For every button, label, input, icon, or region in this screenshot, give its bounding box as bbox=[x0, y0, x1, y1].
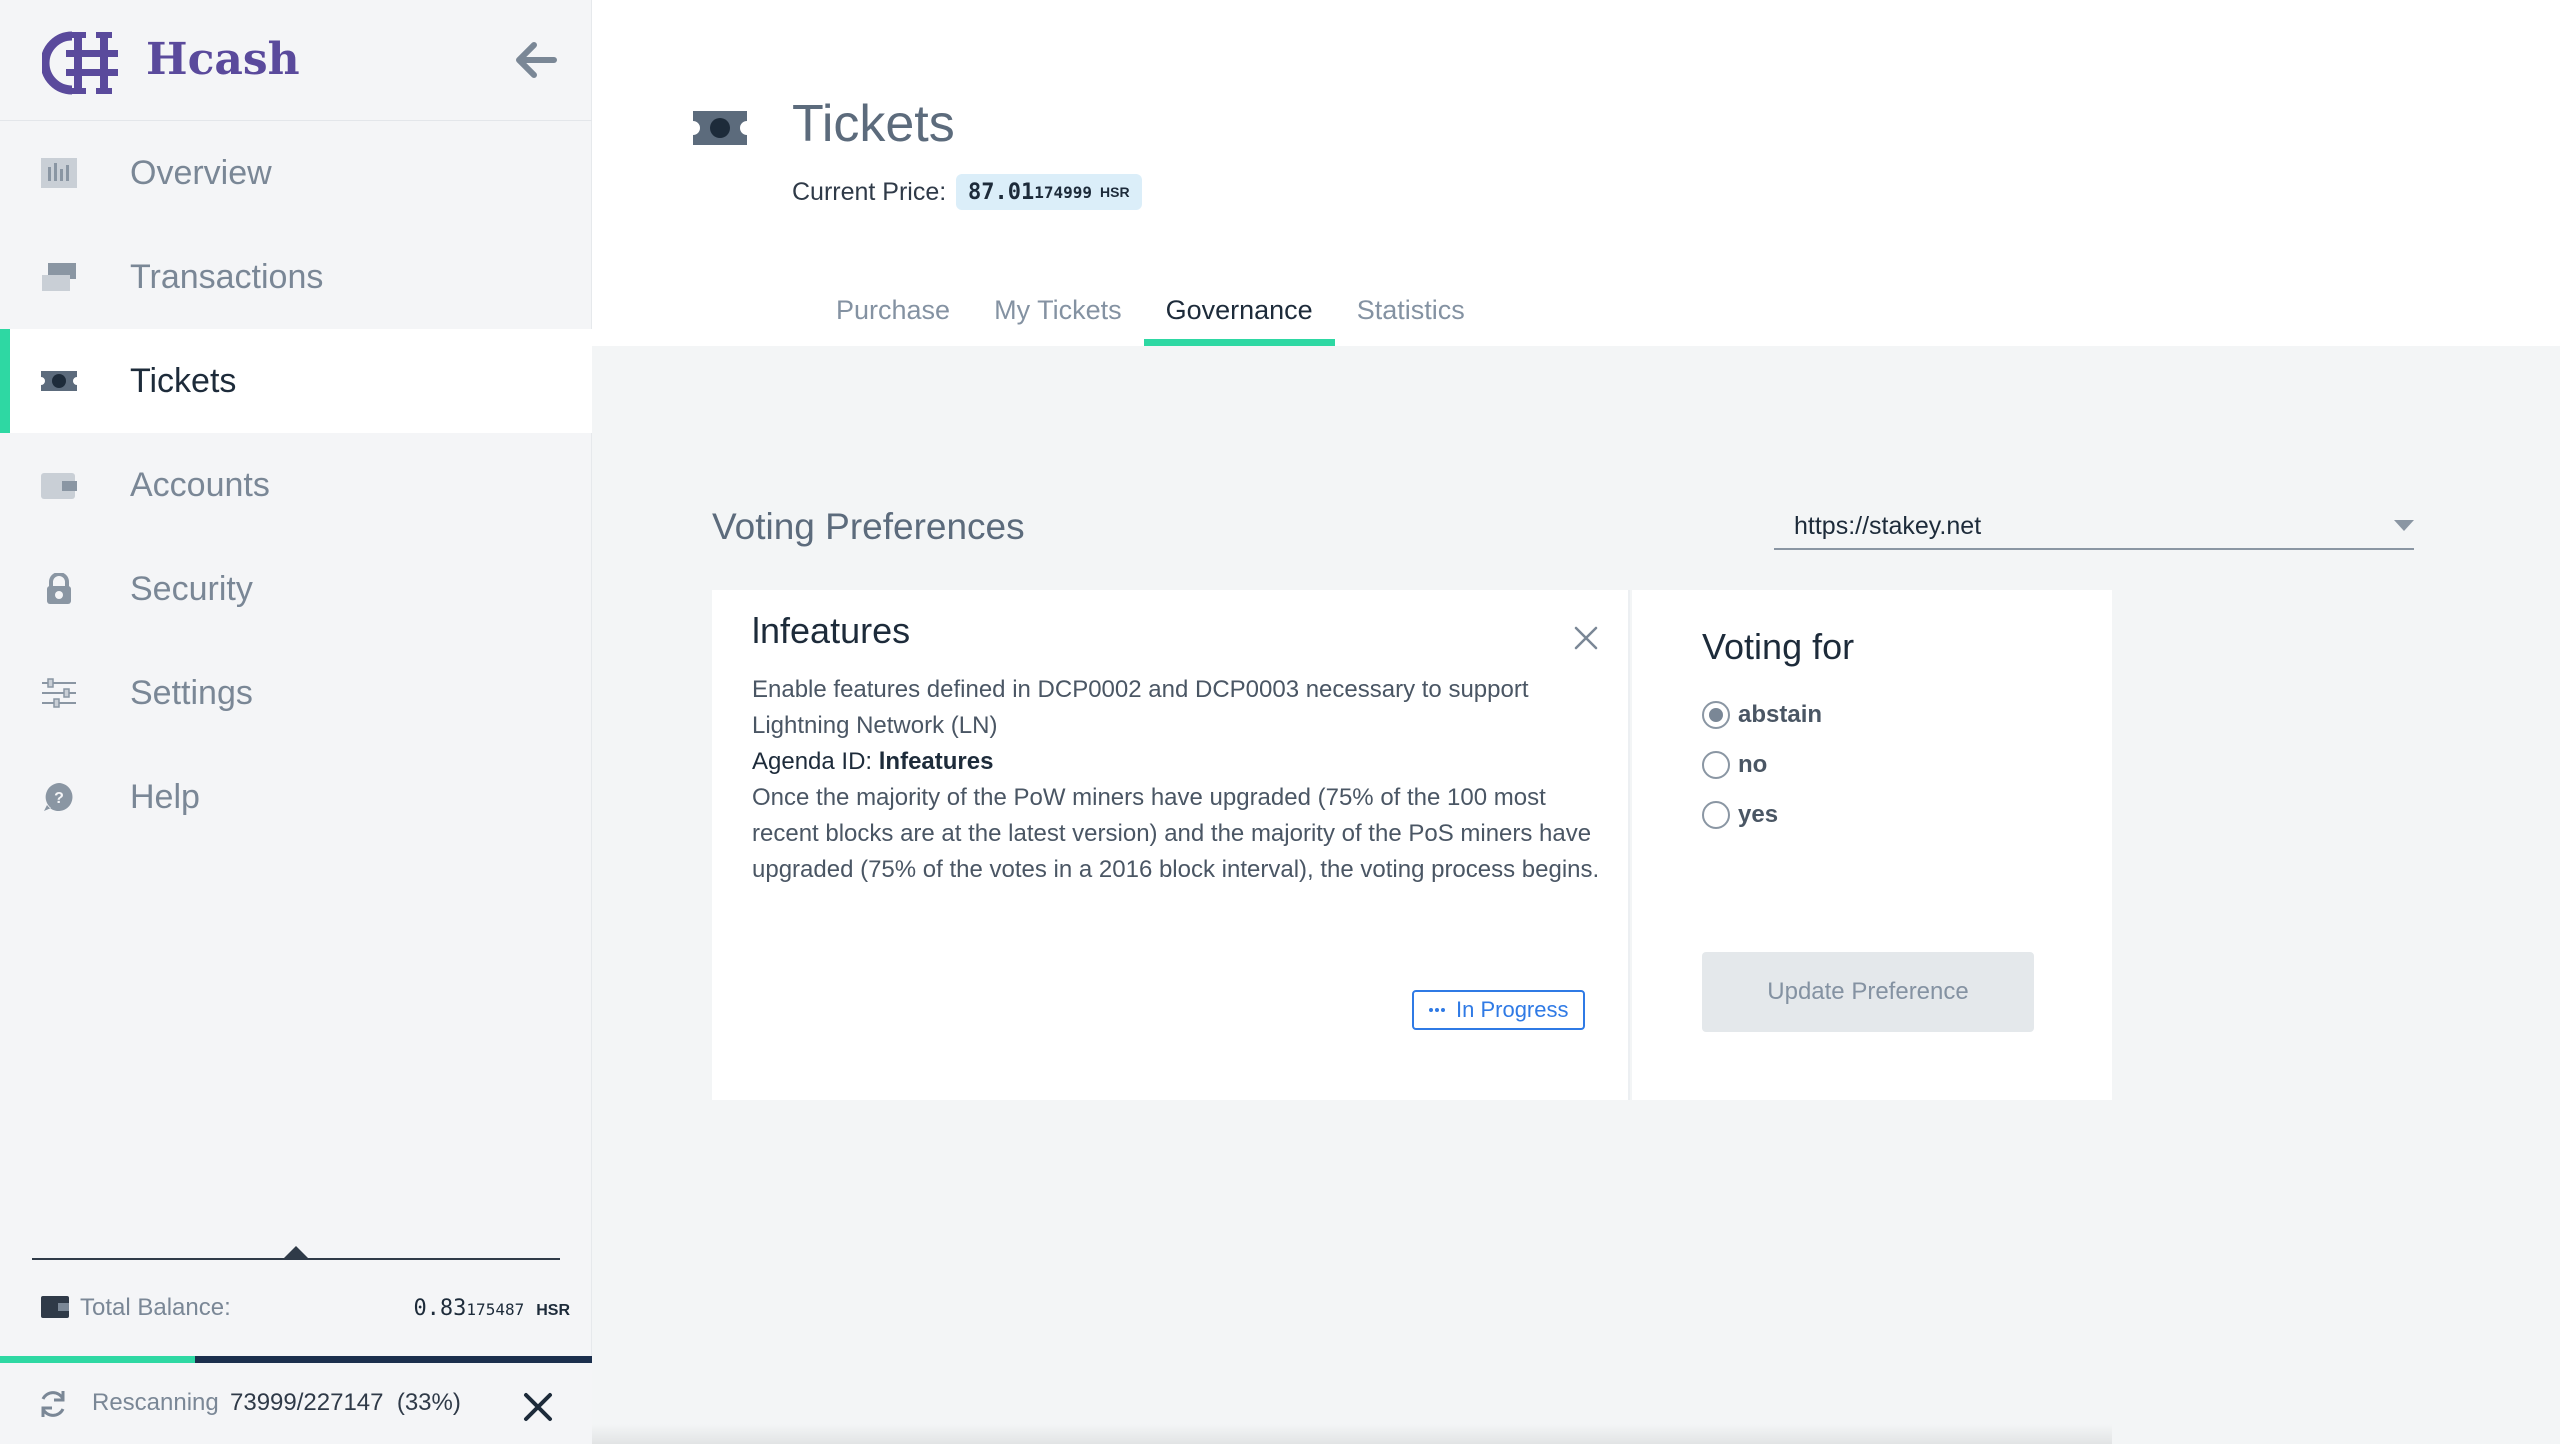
sidebar-item-label: Overview bbox=[130, 153, 272, 192]
sidebar-item-label: Help bbox=[130, 777, 200, 816]
status-badge: In Progress bbox=[1412, 990, 1585, 1030]
divider bbox=[32, 1258, 560, 1260]
transactions-icon bbox=[42, 263, 76, 291]
agenda-body: Enable features defined in DCP0002 and D… bbox=[752, 672, 1602, 888]
help-icon: ? bbox=[44, 783, 73, 811]
vsp-selected-value: https://stakey.net bbox=[1794, 512, 1982, 540]
update-preference-button[interactable]: Update Preference bbox=[1702, 952, 2034, 1032]
ticket-icon bbox=[41, 371, 77, 391]
vote-option-yes[interactable]: yes bbox=[1702, 790, 1822, 840]
agenda-id-row: Agenda ID: lnfeatures bbox=[752, 744, 1602, 780]
rescan-percent: (33%) bbox=[396, 1389, 461, 1416]
rescan-progress-fill bbox=[0, 1356, 196, 1363]
sidebar-item-label: Settings bbox=[130, 673, 253, 712]
sidebar-item-help[interactable]: ? Help bbox=[0, 745, 592, 849]
rescan-count: 73999/227147 (33%) bbox=[230, 1389, 461, 1417]
wallet-icon bbox=[41, 473, 77, 499]
close-icon bbox=[524, 1393, 552, 1421]
sidebar-item-settings[interactable]: Settings bbox=[0, 641, 592, 745]
svg-text:?: ? bbox=[54, 790, 64, 807]
section-title: Voting Preferences bbox=[712, 506, 1025, 547]
page-title: Tickets bbox=[792, 95, 955, 153]
sidebar-item-label: Accounts bbox=[130, 465, 270, 504]
lock-icon bbox=[47, 573, 71, 604]
rescan-label: Rescanning bbox=[92, 1389, 219, 1416]
vote-option-label: abstain bbox=[1738, 701, 1823, 728]
close-agenda-button[interactable] bbox=[1568, 620, 1604, 656]
governance-content: Voting Preferences https://stakey.net ln… bbox=[592, 346, 2560, 1444]
radio-button[interactable] bbox=[1702, 801, 1730, 829]
bottom-shadow bbox=[592, 1424, 2112, 1444]
radio-button[interactable] bbox=[1702, 751, 1730, 779]
refresh-icon bbox=[41, 1391, 65, 1417]
wallet-icon bbox=[41, 1296, 69, 1318]
cancel-rescan-button[interactable] bbox=[516, 1385, 560, 1429]
ticket-icon bbox=[693, 111, 747, 145]
overview-icon bbox=[41, 158, 77, 188]
sidebar-item-security[interactable]: Security bbox=[0, 537, 592, 641]
brand-header: Hcash bbox=[0, 0, 592, 121]
tab-statistics[interactable]: Statistics bbox=[1335, 288, 1487, 346]
agenda-details: Once the majority of the PoW miners have… bbox=[752, 784, 1600, 883]
close-icon bbox=[1574, 626, 1598, 650]
sidebar-item-label: Tickets bbox=[130, 361, 237, 400]
sidebar-item-accounts[interactable]: Accounts bbox=[0, 433, 592, 537]
rescan-progress-bar bbox=[0, 1356, 592, 1363]
agenda-id-value: lnfeatures bbox=[878, 748, 994, 775]
status-label: In Progress bbox=[1456, 997, 1569, 1022]
rescan-block-count: 73999/227147 bbox=[230, 1389, 384, 1416]
sidebar-item-overview[interactable]: Overview bbox=[0, 121, 592, 225]
vsp-select[interactable]: https://stakey.net bbox=[1774, 504, 2414, 550]
hcash-logo-icon bbox=[42, 31, 118, 95]
vote-option-label: yes bbox=[1738, 801, 1779, 828]
radio-button-checked[interactable] bbox=[1702, 701, 1730, 729]
sidebar-nav: Overview Transactions Tickets Accounts S… bbox=[0, 121, 592, 849]
voting-title: Voting for bbox=[1702, 626, 1855, 667]
balance-amount: 0.83175487 HSR bbox=[413, 1296, 570, 1321]
brand-name: Hcash bbox=[146, 34, 300, 85]
price-unit: HSR bbox=[1100, 184, 1130, 200]
sidebar-item-label: Transactions bbox=[130, 257, 324, 296]
balance-amount-minor: 175487 bbox=[466, 1300, 525, 1319]
agenda-name: lnfeatures bbox=[752, 610, 911, 651]
sidebar-item-label: Security bbox=[130, 569, 253, 608]
vote-option-label: no bbox=[1738, 751, 1768, 778]
balance-label: Total Balance: bbox=[80, 1294, 231, 1321]
voting-card: Voting for abstain no yes Update Prefere… bbox=[1632, 590, 2112, 1100]
current-price-label: Current Price: bbox=[792, 178, 947, 206]
rescan-status: Rescanning 73999/227147 (33%) bbox=[0, 1363, 592, 1444]
collapse-sidebar-button[interactable] bbox=[510, 36, 562, 84]
balance-amount-major: 0.83 bbox=[413, 1296, 467, 1321]
sliders-icon bbox=[42, 678, 76, 708]
agenda-id-label: Agenda ID: bbox=[752, 748, 873, 775]
tab-governance[interactable]: Governance bbox=[1143, 288, 1335, 346]
arrow-left-icon bbox=[516, 42, 557, 78]
agenda-description: Enable features defined in DCP0002 and D… bbox=[752, 676, 1529, 739]
sidebar-item-tickets[interactable]: Tickets bbox=[0, 329, 592, 433]
price-minor: 174999 bbox=[1034, 182, 1093, 202]
current-price-badge: 87.01 174999 HSR bbox=[956, 174, 1142, 210]
page-header: Tickets Current Price: 87.01 174999 HSR Pu… bbox=[592, 0, 2560, 346]
balance-unit: HSR bbox=[536, 1302, 570, 1319]
ellipsis-icon bbox=[1429, 1008, 1445, 1012]
vote-option-abstain[interactable]: abstain bbox=[1702, 690, 1822, 740]
tab-purchase[interactable]: Purchase bbox=[814, 288, 972, 346]
vote-option-no[interactable]: no bbox=[1702, 740, 1822, 790]
total-balance: Total Balance: 0.83175487 HSR bbox=[40, 1290, 570, 1330]
sidebar: Hcash Overview Transactions Tickets Acco… bbox=[0, 0, 592, 1444]
vote-options: abstain no yes bbox=[1702, 690, 1822, 840]
tickets-tabs: Purchase My Tickets Governance Statistic… bbox=[814, 288, 1487, 346]
tab-my-tickets[interactable]: My Tickets bbox=[972, 288, 1144, 346]
sidebar-item-transactions[interactable]: Transactions bbox=[0, 225, 592, 329]
chevron-down-icon bbox=[2394, 520, 2414, 531]
price-major: 87.01 bbox=[968, 179, 1035, 205]
agenda-card: lnfeatures Enable features defined in DC… bbox=[712, 590, 1630, 1100]
